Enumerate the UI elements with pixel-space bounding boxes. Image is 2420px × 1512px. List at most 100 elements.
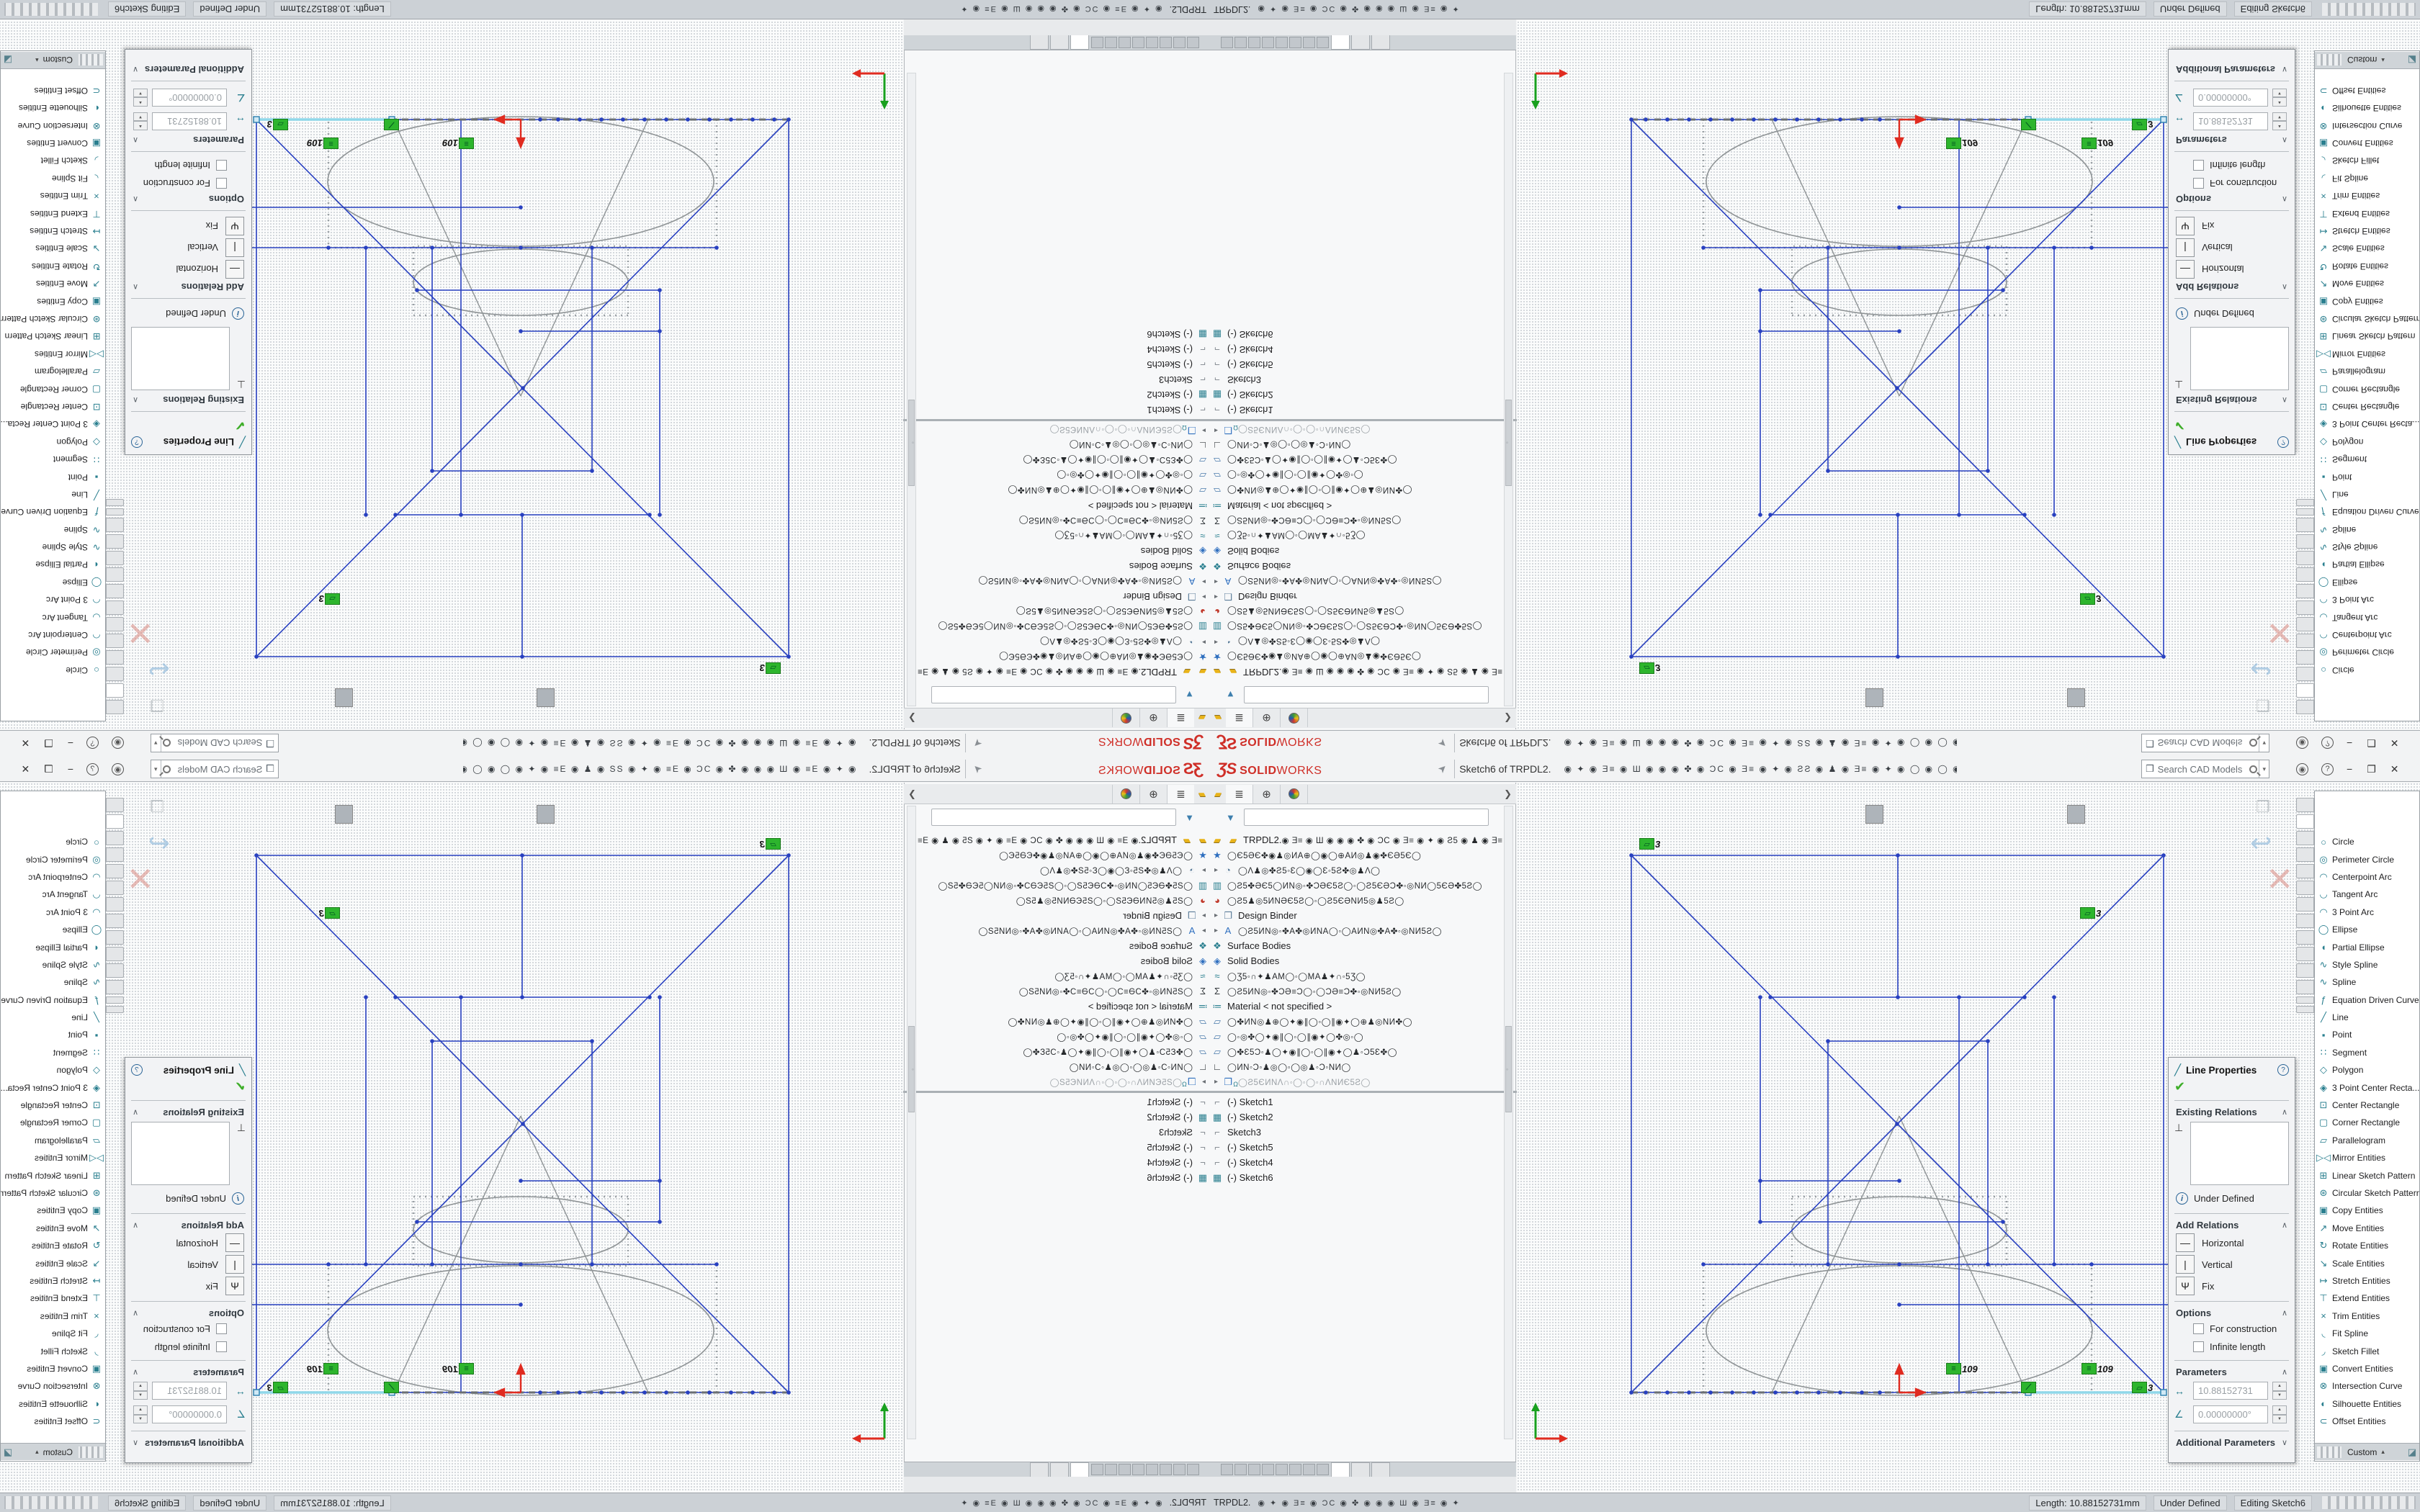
parameter-input[interactable]: 0.00000000°	[2193, 89, 2268, 107]
sketch-tool-item[interactable]: ◞ Sketch Fillet	[2315, 152, 2419, 169]
relation-badge-parallel[interactable]: ▱ 3	[319, 593, 340, 605]
relation-badge-collinear[interactable]: ⟋	[2021, 119, 2036, 130]
tree-row[interactable]: ▦ (-) Sketch2	[1210, 387, 1527, 402]
view-tool-icon[interactable]	[375, 805, 393, 824]
sketch-tool-item[interactable]: ∿ Style Spline	[1, 956, 105, 973]
command-tab[interactable]	[2296, 947, 2314, 961]
search-input[interactable]: Search CAD Models	[171, 764, 263, 775]
media-button[interactable]	[1289, 37, 1301, 48]
sketch-tool-item[interactable]: ◟ Fit Spline	[2315, 1325, 2419, 1342]
view-tool-icon[interactable]	[496, 805, 514, 824]
command-tab[interactable]	[106, 683, 124, 698]
model-tab[interactable]	[1070, 35, 1089, 50]
sketch-tool-item[interactable]: ╱ Line	[1, 486, 105, 503]
tree-row[interactable]: ▱ ◯✤Ɛ5Ɔ◦♟◯✦◉∥◯◦◯∥◉✦◯♟◦Ɔ5Ɛ✤◯	[893, 453, 1210, 468]
relation-badge-parallel[interactable]: ▱ 3	[2080, 593, 2101, 605]
help-icon[interactable]: ?	[131, 1064, 143, 1076]
expand-arrow-icon[interactable]: ▸	[1199, 593, 1209, 600]
command-tab[interactable]	[106, 881, 124, 895]
tab-property-manager[interactable]: ⊕	[1253, 709, 1281, 728]
customize-icon[interactable]: ◪	[4, 55, 12, 66]
view-tool-icon[interactable]	[315, 805, 333, 824]
sketch-tool-item[interactable]: ↦ Stretch Entities	[2315, 222, 2419, 240]
custom-dropdown-arrow-icon[interactable]: ▴	[2381, 56, 2385, 64]
sketch-tool-item[interactable]: ⊤ Extend Entities	[2315, 1290, 2419, 1307]
relation-badge-equal[interactable]: ≡ 109	[1946, 138, 1978, 149]
expand-arrow-icon[interactable]: ▸	[1199, 912, 1209, 919]
relation-badge-parallel[interactable]: ▱ 3	[267, 119, 288, 130]
toolbar-grip[interactable]	[79, 1446, 103, 1458]
expand-arrow-icon[interactable]: ▸	[1211, 1078, 1221, 1086]
restore-button[interactable]: ❐	[2367, 737, 2376, 750]
parameter-input[interactable]: 0.00000000°	[152, 89, 227, 107]
tree-row[interactable]: ◕ ◯Ƨ5♟◎5ИNƏЄ5Ƨ◯◦◯Ƨ5ЄƏNИ5◎♟5Ƨ◯	[1210, 893, 1527, 908]
collapse-icon[interactable]: ∧	[133, 194, 138, 204]
sketch-tool-item[interactable]: ↗ Move Entities	[1, 1220, 105, 1237]
customize-icon[interactable]: ◪	[4, 1446, 12, 1458]
command-tab[interactable]	[2296, 831, 2314, 845]
add-relation-button[interactable]: | Vertical	[125, 1254, 251, 1275]
checkbox[interactable]	[216, 1341, 227, 1352]
collapse-icon[interactable]: ∧	[2282, 135, 2287, 145]
menu-item[interactable]	[1000, 766, 1016, 772]
expand-icon[interactable]: ∨	[2282, 65, 2287, 74]
sketch-tool-item[interactable]: ▱ Parallelogram	[2315, 363, 2419, 380]
view-tool-icon[interactable]	[617, 805, 635, 824]
view-tool-icon[interactable]	[1986, 805, 2004, 824]
media-button[interactable]	[1119, 37, 1131, 48]
view-tool-icon[interactable]	[295, 805, 313, 824]
menu-item[interactable]	[1372, 766, 1388, 772]
command-tab[interactable]	[2296, 897, 2314, 912]
tree-row[interactable]: ▱ ◯✤ИN◎♟⊕◯✦◉∥◯◦◯∥◉✦◯⊕♟◎NИ✤◯	[893, 483, 1210, 498]
view-tool-icon[interactable]	[1805, 805, 1823, 824]
sketch-tool-item[interactable]: ◠ Centerpoint Arc	[2315, 626, 2419, 644]
cancel-sketch-icon[interactable]: ✕	[2266, 860, 2294, 899]
view-tool-icon[interactable]	[557, 688, 575, 707]
restore-button[interactable]: ❐	[2367, 763, 2376, 775]
view-tool-icon[interactable]	[637, 688, 655, 707]
tree-row[interactable]: ⌐ Sketch3	[893, 372, 1210, 387]
relation-badge-parallel[interactable]: ▱ 3	[760, 838, 781, 850]
view-tool-icon[interactable]	[416, 688, 434, 707]
sketch-tool-item[interactable]: ⊡ Center Rectangle	[1, 1097, 105, 1114]
sketch-tool-item[interactable]: ∷ Segment	[2315, 451, 2419, 468]
search-icon[interactable]	[163, 739, 171, 747]
collapse-icon[interactable]: ∧	[2282, 1367, 2287, 1377]
account-button[interactable]: ◉	[2296, 756, 2308, 782]
relation-badge-parallel[interactable]: ▱ 3	[2132, 119, 2153, 130]
collapse-icon[interactable]: ∧	[133, 1220, 138, 1230]
tree-row[interactable]: ≈ ◯Ʒ5◦∩✦♟AM◯◦◯MA♟✦∩◦5Ʒ◯	[1210, 968, 1527, 984]
add-relation-button[interactable]: — Horizontal	[125, 1232, 251, 1254]
sketch-tool-item[interactable]: ◠ 3 Point Arc	[2315, 591, 2419, 608]
tree-row[interactable]: ▥ ◯Ƨ5✤ƏЄ5◯ИN◎◦✤ƆƏЄ5Ƨ◯◦◯Ƨ5ЄƏƆ✤◦◎NИ◯5ЄƏ✤5Ƨ…	[893, 878, 1210, 893]
tree-row[interactable]: ★ ◯Є5ƏЄ✤◉♟◎ИA⊕◯◉◯⊕AИ◎♟◉✤ЄƏ5Є◯	[893, 847, 1210, 863]
sketch-tool-item[interactable]: ⊡ Center Rectangle	[1, 398, 105, 415]
additional-parameters-header[interactable]: Additional Parameters ∨	[2169, 1436, 2295, 1449]
view-tool-icon[interactable]	[355, 688, 373, 707]
view-tool-icon[interactable]	[315, 688, 333, 707]
relations-list[interactable]	[2190, 1122, 2289, 1185]
sketch-tool-item[interactable]: ▪ Point	[1, 1026, 105, 1043]
tab-feature-tree[interactable]: ≣	[1167, 785, 1194, 804]
menu-item[interactable]	[1404, 741, 1420, 747]
minimize-button[interactable]: −	[68, 763, 73, 775]
sketch-tool-item[interactable]: ⊤ Extend Entities	[2315, 204, 2419, 222]
panel-expand-icon[interactable]: ❯	[1504, 788, 1512, 800]
relation-badge-parallel[interactable]: ▱ 3	[1639, 662, 1660, 674]
tree-row[interactable]: ◈ Solid Bodies	[1210, 953, 1527, 968]
custom-dropdown[interactable]: Custom	[43, 1447, 73, 1457]
stepper[interactable]: ▲▼	[133, 89, 148, 107]
toolbar-grip[interactable]	[2317, 1446, 2341, 1458]
tree-row[interactable]: ▸ ❐ ◯Ƨ5ЄИNΛ∩◦◯◦◯◦∩ΛNИЄ5Ƨ◯	[1210, 1074, 1527, 1089]
sketch-tool-item[interactable]: ▱ Parallelogram	[2315, 1132, 2419, 1149]
tree-scrollbar[interactable]: ◦	[1504, 73, 1513, 706]
relation-badge-collinear[interactable]: ⟋	[384, 1382, 399, 1393]
tree-filter-input[interactable]	[931, 686, 1176, 703]
command-tab[interactable]	[106, 634, 124, 648]
media-button[interactable]	[1262, 1464, 1274, 1475]
exit-sketch-icon[interactable]: ↩	[148, 828, 170, 858]
headsup-view-toolbar[interactable]	[295, 687, 655, 708]
sketch-tool-item[interactable]: ◎ Perimeter Circle	[2315, 850, 2419, 868]
add-relations-header[interactable]: Add Relations ∧	[125, 280, 251, 294]
media-button[interactable]	[1317, 1464, 1329, 1475]
